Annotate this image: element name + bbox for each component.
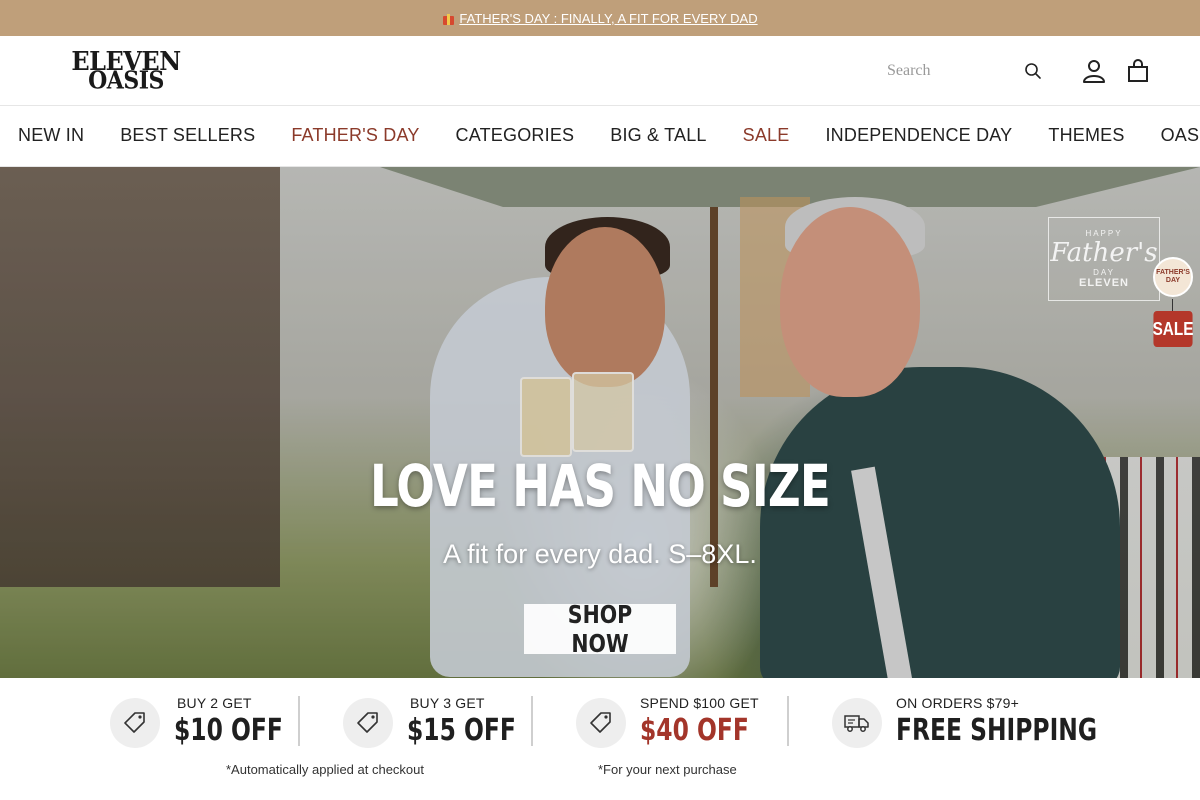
shop-now-button[interactable]: SHOP NOW	[524, 600, 676, 658]
watermark-script: Father's	[1050, 238, 1158, 268]
promo-divider	[787, 696, 789, 746]
logo-line2: OASIS	[88, 66, 164, 96]
brand-logo[interactable]: ELEVEN OASIS	[56, 48, 196, 96]
promo-offer-spend100: SPEND $100 GET $40 OFF	[576, 694, 776, 754]
sale-tag-string	[1172, 299, 1173, 311]
hero-banner: HAPPY Father's DAY ELEVEN FATHER'S DAY S…	[0, 167, 1200, 678]
watermark-day: DAY	[1093, 268, 1115, 277]
announcement-link[interactable]: FATHER'S DAY : FINALLY, A FIT FOR EVERY …	[442, 10, 758, 26]
truck-icon	[832, 698, 882, 748]
promo-divider	[298, 696, 300, 746]
search-box	[876, 56, 1048, 86]
watermark-happy: HAPPY	[1085, 229, 1123, 238]
sale-hang-tag[interactable]: FATHER'S DAY SALE	[1150, 255, 1196, 355]
promo-divider	[531, 696, 533, 746]
shop-now-label: SHOP NOW	[567, 600, 633, 658]
hero-title: LOVE HAS NO SIZE	[369, 452, 831, 520]
account-icon[interactable]	[1081, 58, 1107, 84]
promo-big-text: $15 OFF	[407, 713, 516, 748]
promo-offer-buy2: BUY 2 GET $10 OFF	[110, 694, 283, 754]
tag-icon	[343, 698, 393, 748]
nav-item-categories[interactable]: CATEGORIES	[456, 125, 575, 146]
nav-item-best-sellers[interactable]: BEST SELLERS	[120, 125, 255, 146]
promo-small-text: BUY 3 GET	[410, 695, 485, 711]
nav-item-sale[interactable]: SALE	[743, 125, 790, 146]
tag-icon	[576, 698, 626, 748]
watermark-brand: ELEVEN	[1078, 277, 1129, 289]
nav-item-new-in[interactable]: NEW IN	[18, 125, 84, 146]
nav-item-oasis-rewards[interactable]: OASIS REWARDS	[1161, 125, 1200, 146]
nav-item-big-tall[interactable]: BIG & TALL	[610, 125, 706, 146]
promo-small-text: ON ORDERS $79+	[896, 695, 1020, 711]
promo-offer-buy3: BUY 3 GET $15 OFF	[343, 694, 516, 754]
sale-tag-circle: FATHER'S DAY	[1153, 257, 1193, 297]
nav-item-fathers-day[interactable]: FATHER'S DAY	[291, 125, 419, 146]
promo-big-text: $40 OFF	[640, 713, 749, 748]
promo-big-text: FREE SHIPPING	[896, 713, 1098, 748]
nav-item-themes[interactable]: THEMES	[1048, 125, 1124, 146]
site-header: ELEVEN OASIS	[0, 36, 1200, 106]
promo-small-text: SPEND $100 GET	[640, 695, 759, 711]
promo-big-text: $10 OFF	[174, 713, 283, 748]
main-nav: NEW IN BEST SELLERS FATHER'S DAY CATEGOR…	[0, 106, 1200, 167]
announcement-bar: FATHER'S DAY : FINALLY, A FIT FOR EVERY …	[0, 0, 1200, 36]
fathers-day-watermark: HAPPY Father's DAY ELEVEN	[1048, 217, 1160, 301]
nav-item-independence-day[interactable]: INDEPENDENCE DAY	[825, 125, 1012, 146]
search-icon[interactable]	[1024, 62, 1042, 80]
gift-icon	[442, 12, 455, 25]
announcement-text: FATHER'S DAY : FINALLY, A FIT FOR EVERY …	[459, 10, 758, 26]
hero-subtitle: A fit for every dad. S–8XL.	[443, 539, 757, 569]
tag-icon	[110, 698, 160, 748]
promo-small-text: BUY 2 GET	[177, 695, 252, 711]
cart-bag-icon[interactable]	[1125, 58, 1151, 84]
search-input[interactable]	[876, 62, 1006, 80]
next-purchase-note: *For your next purchase	[598, 762, 737, 777]
auto-applied-note: *Automatically applied at checkout	[226, 762, 425, 777]
promo-offer-free-shipping: ON ORDERS $79+ FREE SHIPPING	[832, 694, 1097, 754]
sale-tag-label: SALE	[1153, 311, 1193, 347]
promo-strip: BUY 2 GET $10 OFF BUY 3 GET $15 OFF SPEN…	[0, 678, 1200, 800]
